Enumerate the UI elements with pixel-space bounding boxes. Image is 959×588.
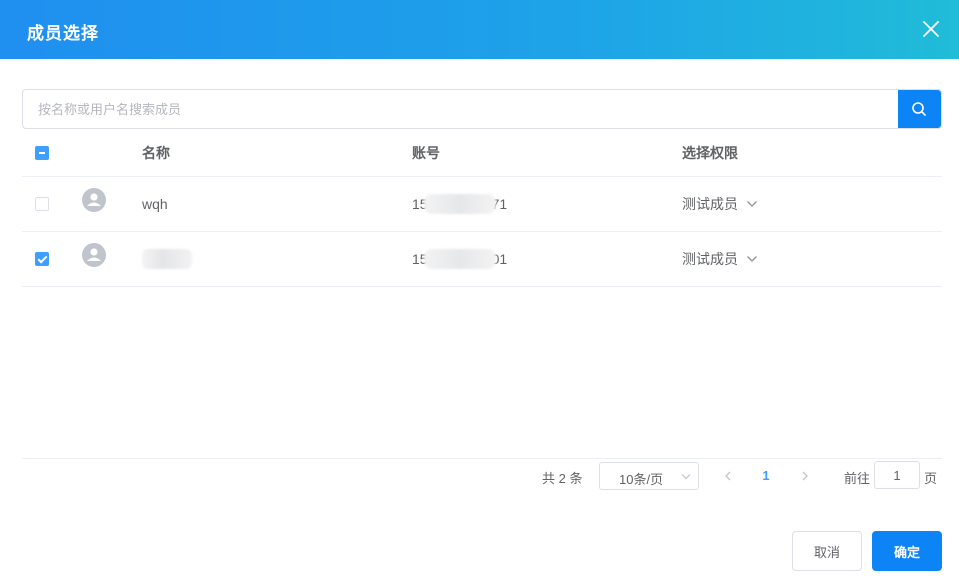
member-table: 名称 账号 选择权限 wqh 15 71 测试成员 15 01 测试成员 — [22, 129, 942, 287]
next-page-button[interactable] — [796, 464, 816, 488]
permission-value: 测试成员 — [682, 196, 738, 212]
chevron-down-icon — [681, 474, 691, 480]
goto-suffix: 页 — [924, 471, 938, 486]
member-name: wqh — [142, 196, 168, 212]
cancel-button[interactable]: 取消 — [792, 531, 862, 571]
account-redaction — [423, 194, 496, 214]
avatar-cell — [82, 177, 106, 231]
row-check-cell — [35, 177, 49, 231]
chevron-down-icon — [747, 201, 757, 207]
close-icon — [923, 21, 939, 37]
table-row: wqh 15 71 测试成员 — [22, 177, 942, 232]
row-checkbox[interactable] — [35, 252, 49, 266]
select-all-checkbox[interactable] — [35, 145, 49, 160]
header-permission: 选择权限 — [682, 144, 738, 161]
page-size-select[interactable]: 10条/页 — [599, 462, 699, 490]
avatar — [82, 188, 106, 212]
confirm-button[interactable]: 确定 — [872, 531, 942, 571]
permission-cell: 测试成员 — [682, 232, 758, 286]
table-row: 15 01 测试成员 — [22, 232, 942, 287]
account-redaction — [423, 249, 496, 269]
chevron-right-icon — [802, 471, 808, 481]
search-input[interactable] — [23, 90, 899, 128]
goto-page-input[interactable] — [874, 461, 920, 489]
page-size-value: 10条/页 — [619, 472, 664, 487]
permission-value: 测试成员 — [682, 251, 738, 267]
permission-cell: 测试成员 — [682, 177, 758, 231]
search-button[interactable] — [898, 90, 941, 128]
permission-select[interactable]: 测试成员 — [682, 249, 758, 269]
page-number-current[interactable]: 1 — [757, 468, 775, 483]
dialog-header: 成员选择 — [0, 0, 959, 59]
user-icon — [87, 248, 101, 261]
dialog-title: 成员选择 — [27, 24, 99, 43]
select-all-cell — [35, 129, 49, 176]
member-name — [142, 232, 192, 286]
header-account: 账号 — [412, 144, 440, 161]
search-icon — [912, 102, 926, 116]
user-icon — [87, 193, 101, 206]
prev-page-button[interactable] — [719, 464, 739, 488]
chevron-down-icon — [747, 256, 757, 262]
table-divider — [22, 458, 942, 459]
header-name: 名称 — [142, 144, 170, 161]
close-button[interactable] — [919, 17, 943, 41]
avatar — [82, 243, 106, 267]
table-header: 名称 账号 选择权限 — [22, 129, 942, 177]
goto-label: 前往 — [844, 471, 871, 486]
pagination-total: 共 2 条 — [542, 471, 583, 486]
name-redaction — [142, 249, 192, 269]
avatar-cell — [82, 232, 106, 286]
row-check-cell — [35, 232, 49, 286]
search-box — [22, 89, 942, 129]
chevron-left-icon — [725, 471, 731, 481]
member-account: 15 01 — [412, 232, 507, 286]
permission-select[interactable]: 测试成员 — [682, 194, 758, 214]
row-checkbox[interactable] — [35, 197, 49, 211]
member-account: 15 71 — [412, 177, 507, 231]
